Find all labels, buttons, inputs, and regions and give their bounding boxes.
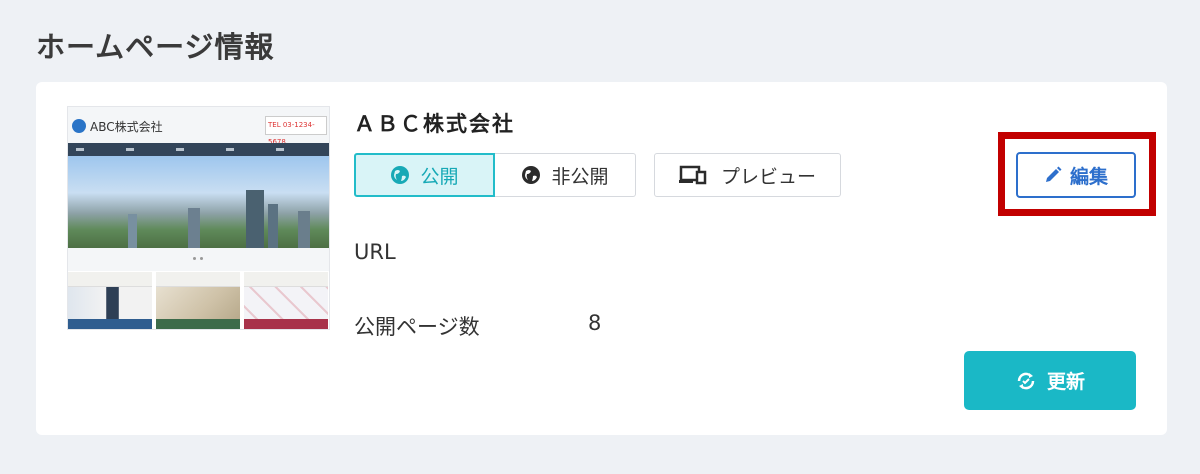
globe-icon	[390, 165, 410, 185]
thumbnail-logo-text: ABC株式会社	[90, 120, 163, 134]
private-button[interactable]: 非公開	[495, 153, 636, 197]
company-name: ＡＢＣ株式会社	[354, 112, 515, 136]
thumbnail-contact: TEL 03-1234-5678	[265, 116, 327, 146]
globe-icon	[521, 165, 541, 185]
preview-label: プレビュー	[720, 165, 816, 188]
edit-label: 編集	[1069, 165, 1108, 188]
url-label: URL	[354, 240, 396, 264]
thumbnail-hero-image	[68, 156, 329, 248]
published-pages-label: 公開ページ数	[354, 315, 480, 339]
thumbnail-nav	[68, 143, 329, 156]
thumbnail-tile	[156, 272, 240, 329]
thumbnail-tile	[68, 272, 152, 329]
devices-icon	[678, 165, 707, 185]
public-button[interactable]: 公開	[354, 153, 495, 197]
edit-button[interactable]: 編集	[1016, 152, 1136, 198]
refresh-label: 更新	[1046, 371, 1085, 393]
section-title: ホームページ情報	[36, 30, 275, 64]
homepage-card: ABC株式会社 TEL 03-1234-5678 ＡＢＣ株式会社 公開 非公開 …	[36, 82, 1167, 435]
refresh-button[interactable]: 更新	[964, 351, 1136, 410]
public-label: 公開	[420, 165, 459, 188]
preview-button[interactable]: プレビュー	[654, 153, 841, 197]
site-thumbnail[interactable]: ABC株式会社 TEL 03-1234-5678	[67, 106, 330, 330]
published-pages-count: 8	[588, 311, 602, 335]
pencil-icon	[1044, 166, 1062, 184]
refresh-icon	[1015, 370, 1037, 392]
thumbnail-header: ABC株式会社 TEL 03-1234-5678	[68, 107, 329, 146]
visibility-toggle: 公開 非公開	[354, 153, 636, 197]
thumbnail-carousel-dots	[68, 248, 329, 271]
private-label: 非公開	[551, 165, 609, 188]
thumbnail-tile	[244, 272, 328, 329]
thumbnail-logo-icon	[72, 119, 86, 133]
